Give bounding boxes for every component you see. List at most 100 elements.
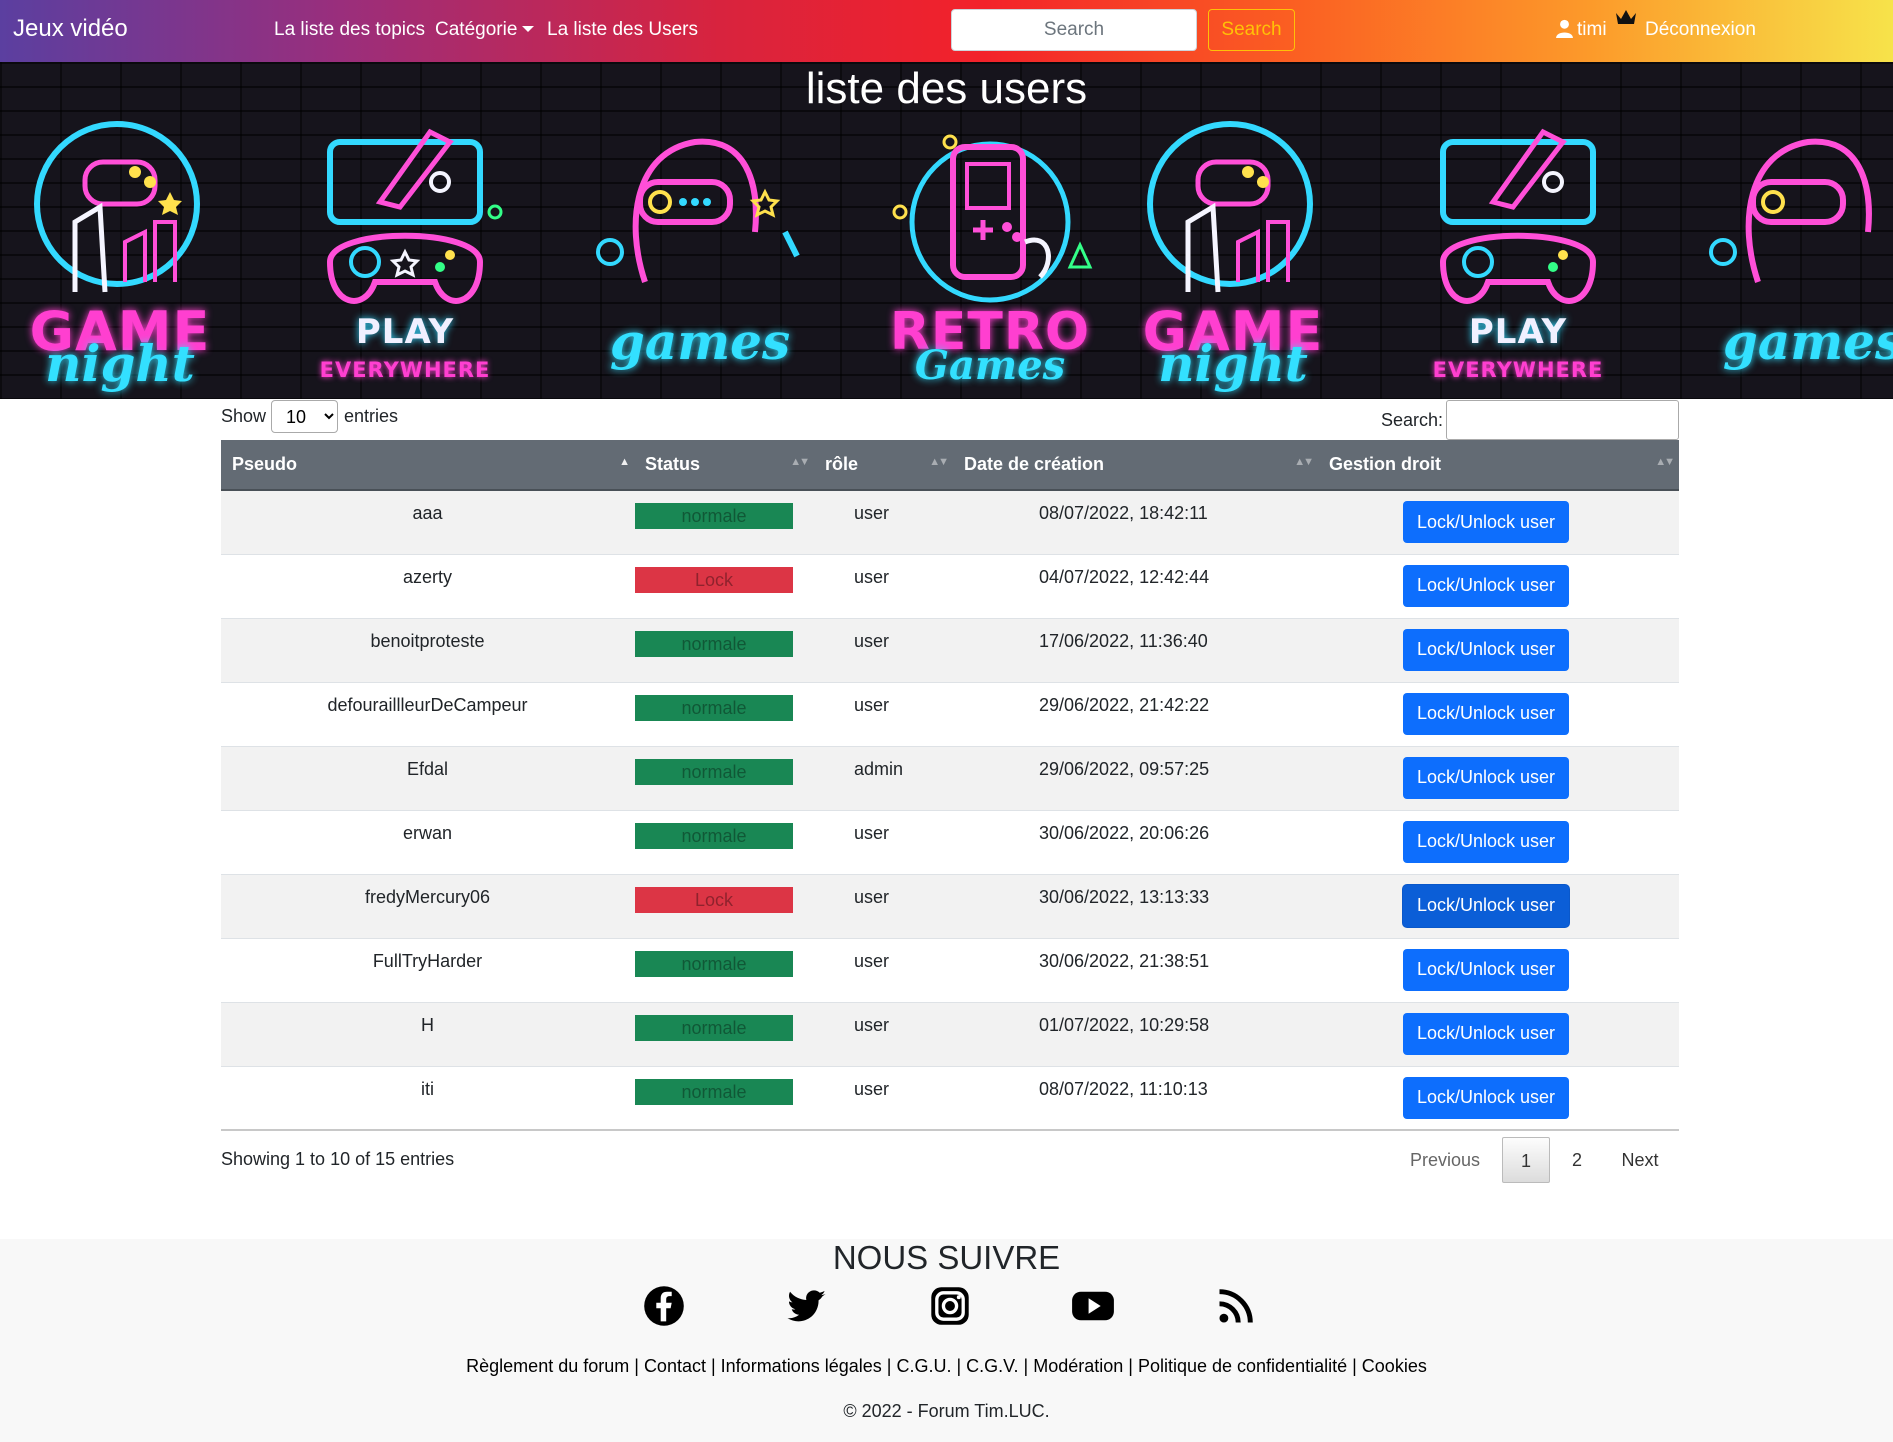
footer-link[interactable]: Modération bbox=[1033, 1356, 1123, 1376]
sort-icon: ▲▼ bbox=[1655, 456, 1675, 468]
cell-date: 30/06/2022, 21:38:51 bbox=[1039, 950, 1210, 971]
table-row: aaa normale user 08/07/2022, 18:42:11 Lock/U… bbox=[221, 490, 1679, 554]
lock-unlock-button[interactable]: Lock/Unlock user bbox=[1403, 820, 1569, 863]
nav-dropdown-category[interactable]: Catégorie bbox=[435, 19, 535, 41]
table-search-input[interactable] bbox=[1446, 400, 1679, 440]
lock-unlock-button[interactable]: Lock/Unlock user bbox=[1403, 692, 1569, 735]
cell-role: admin bbox=[854, 758, 904, 779]
logout-link[interactable]: Déconnexion bbox=[1645, 19, 1756, 41]
footer-link[interactable]: Politique de confidentialité bbox=[1138, 1356, 1347, 1376]
column-header-pseudo[interactable]: Pseudo ▲ bbox=[221, 440, 634, 491]
column-header-role[interactable]: rôle ▲▼ bbox=[814, 440, 953, 491]
cell-rights: Lock/Unlock user bbox=[1318, 874, 1679, 938]
lock-unlock-button[interactable]: Lock/Unlock user bbox=[1403, 1076, 1569, 1119]
cell-pseudo: benoitproteste bbox=[370, 630, 485, 651]
footer-separator: | bbox=[951, 1356, 967, 1376]
navbar-brand[interactable]: Jeux vidéo bbox=[13, 15, 128, 43]
cell-date: 17/06/2022, 11:36:40 bbox=[1039, 630, 1208, 651]
cell-role: user bbox=[854, 1014, 890, 1035]
lock-unlock-button[interactable]: Lock/Unlock user bbox=[1403, 1012, 1569, 1055]
footer-link[interactable]: Contact bbox=[644, 1356, 706, 1376]
cell-status: normale bbox=[634, 490, 814, 554]
pagination-page-1[interactable]: 1 bbox=[1502, 1137, 1550, 1183]
status-badge: Lock bbox=[635, 886, 793, 913]
sort-icon: ▲▼ bbox=[929, 456, 949, 468]
pagination-page-2[interactable]: 2 bbox=[1560, 1137, 1594, 1183]
column-header-rights[interactable]: Gestion droit ▲▼ bbox=[1318, 440, 1679, 491]
cell-pseudo: Efdal bbox=[406, 758, 449, 779]
cell-pseudo: iti bbox=[421, 1078, 434, 1099]
page-length-select[interactable]: 10 bbox=[271, 400, 338, 433]
show-label: Show bbox=[221, 406, 267, 426]
neon-text-play: PLAY bbox=[355, 312, 455, 352]
footer-link[interactable]: C.G.U. bbox=[896, 1356, 951, 1376]
lock-unlock-button[interactable]: Lock/Unlock user bbox=[1403, 948, 1569, 991]
table-info: Showing 1 to 10 of 15 entries bbox=[221, 1149, 455, 1169]
facebook-icon[interactable] bbox=[642, 1284, 686, 1328]
footer-links: Règlement du forum | Contact | Informati… bbox=[0, 1356, 1893, 1377]
cell-role: user bbox=[854, 886, 890, 907]
lock-unlock-button[interactable]: Lock/Unlock user bbox=[1403, 756, 1569, 799]
lock-unlock-button[interactable]: Lock/Unlock user bbox=[1403, 564, 1569, 607]
cell-status: normale bbox=[634, 938, 814, 1002]
column-header-date[interactable]: Date de création ▲▼ bbox=[953, 440, 1318, 491]
footer-separator: | bbox=[1347, 1356, 1362, 1376]
search-button[interactable]: Search bbox=[1208, 9, 1295, 51]
cell-role: user bbox=[854, 630, 890, 651]
neon-vr-games-image: games bbox=[1698, 112, 1893, 399]
footer-separator: | bbox=[1018, 1356, 1034, 1376]
footer-separator: | bbox=[705, 1356, 721, 1376]
pagination-previous[interactable]: Previous bbox=[1400, 1137, 1490, 1183]
nav-link-topics[interactable]: La liste des topics bbox=[274, 19, 425, 41]
table-row: FullTryHarder normale user 30/06/2022, 21:3… bbox=[221, 938, 1679, 1002]
cell-date: 29/06/2022, 09:57:25 bbox=[1039, 758, 1210, 779]
youtube-icon[interactable] bbox=[1071, 1284, 1115, 1328]
cell-date: 08/07/2022, 11:10:13 bbox=[1039, 1078, 1208, 1099]
cell-rights: Lock/Unlock user bbox=[1318, 618, 1679, 682]
cell-rights: Lock/Unlock user bbox=[1318, 554, 1679, 618]
cell-role: user bbox=[854, 950, 890, 971]
neon-game-night-image: GAME night bbox=[5, 112, 235, 399]
nav-link-users[interactable]: La liste des Users bbox=[547, 19, 698, 41]
neon-text-games: games bbox=[609, 312, 791, 371]
follow-title: NOUS SUIVRE bbox=[832, 1239, 1061, 1276]
twitter-icon[interactable] bbox=[785, 1284, 829, 1328]
users-table: Pseudo ▲ Status ▲▼ rôle ▲▼ Date de création… bbox=[221, 440, 1679, 1131]
footer-link[interactable]: Règlement du forum bbox=[466, 1356, 629, 1376]
table-row: Efdal normale admin 29/06/2022, 09:57:25 Loc… bbox=[221, 746, 1679, 810]
lock-unlock-button[interactable]: Lock/Unlock user bbox=[1403, 501, 1569, 543]
table-row: defouraillleurDeCampeur normale user 29/06/… bbox=[221, 682, 1679, 746]
column-header-rights-label: Gestion droit bbox=[1329, 454, 1441, 474]
pagination-next[interactable]: Next bbox=[1610, 1137, 1670, 1183]
cell-status: normale bbox=[634, 746, 814, 810]
user-profile-link[interactable]: timi bbox=[1556, 19, 1607, 41]
table-row: azerty Lock user 04/07/2022, 12:42:44 Lock/U… bbox=[221, 554, 1679, 618]
footer-link[interactable]: Informations légales bbox=[721, 1356, 882, 1376]
cell-role: user bbox=[854, 566, 890, 587]
neon-text-everywhere: EVERYWHERE bbox=[319, 358, 491, 382]
footer-separator: | bbox=[1123, 1356, 1138, 1376]
lock-unlock-button[interactable]: Lock/Unlock user bbox=[1403, 884, 1569, 927]
instagram-icon[interactable] bbox=[928, 1284, 972, 1328]
column-header-pseudo-label: Pseudo bbox=[232, 454, 298, 474]
column-header-status[interactable]: Status ▲▼ bbox=[634, 440, 814, 491]
cell-date: 30/06/2022, 13:13:33 bbox=[1039, 886, 1210, 907]
status-badge: normale bbox=[635, 1078, 793, 1105]
rss-icon[interactable] bbox=[1214, 1284, 1258, 1328]
status-badge: normale bbox=[635, 758, 793, 785]
cell-status: normale bbox=[634, 1066, 814, 1130]
neon-vr-games-image: games bbox=[585, 112, 815, 399]
cell-date: 30/06/2022, 20:06:26 bbox=[1039, 822, 1210, 843]
lock-unlock-button[interactable]: Lock/Unlock user bbox=[1403, 628, 1569, 671]
footer-link[interactable]: Cookies bbox=[1362, 1356, 1427, 1376]
footer-link[interactable]: C.G.V. bbox=[966, 1356, 1018, 1376]
table-row: fredyMercury06 Lock user 30/06/2022, 13:13:… bbox=[221, 874, 1679, 938]
table-header-row: Pseudo ▲ Status ▲▼ rôle ▲▼ Date de création… bbox=[221, 440, 1679, 491]
table-row: iti normale user 08/07/2022, 11:10:13 Lock/U… bbox=[221, 1066, 1679, 1130]
sort-asc-icon: ▲ bbox=[619, 456, 630, 468]
cell-rights: Lock/Unlock user bbox=[1318, 1066, 1679, 1130]
status-badge: normale bbox=[635, 1014, 793, 1041]
search-input[interactable] bbox=[951, 9, 1197, 51]
table-row: benoitproteste normale user 17/06/2022, 11:… bbox=[221, 618, 1679, 682]
cell-date: 08/07/2022, 18:42:11 bbox=[1039, 503, 1208, 523]
